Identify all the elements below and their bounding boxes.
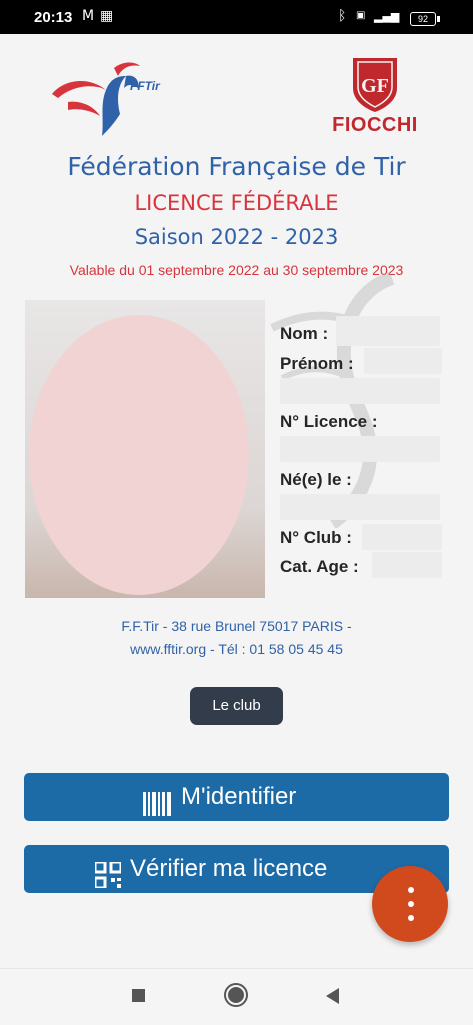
- licence-number-label: N° Licence :: [280, 412, 378, 431]
- bluetooth-icon: ᛒ: [338, 8, 347, 24]
- verify-licence-button-label: Vérifier ma licence: [130, 855, 328, 882]
- federation-title: Fédération Française de Tir: [67, 152, 406, 181]
- signal-icon: ▂▄▆: [374, 10, 400, 23]
- prenom-value-redacted-2: [280, 378, 440, 404]
- svg-text:GF: GF: [361, 75, 389, 97]
- address-line-2: www.fftir.org - Tél : 01 58 05 45 45: [130, 641, 343, 657]
- qr-code-icon: [93, 857, 123, 905]
- identify-button[interactable]: M'identifier: [24, 773, 449, 821]
- status-time: 20:13: [34, 9, 73, 26]
- club-number-redacted: [362, 524, 442, 550]
- volte-icon: ▣: [356, 10, 366, 21]
- back-button[interactable]: [326, 988, 339, 1004]
- prenom-label: Prénom :: [280, 354, 354, 373]
- age-category-redacted: [372, 552, 442, 578]
- le-club-button[interactable]: Le club: [190, 687, 283, 725]
- gmail-icon: M: [82, 8, 95, 24]
- fftir-logo: FFTir: [44, 54, 174, 140]
- fiocchi-logo: GF FIOCCHI: [320, 54, 430, 140]
- address-line-1: F.F.Tir - 38 rue Brunel 75017 PARIS -: [121, 618, 352, 634]
- nom-label: Nom :: [280, 324, 329, 343]
- nom-value-redacted: [336, 316, 440, 346]
- prenom-value-redacted: [364, 348, 442, 374]
- age-category-label: Cat. Age :: [280, 557, 359, 576]
- season: Saison 2022 - 2023: [134, 225, 339, 249]
- fftir-logo-text: FFTir: [130, 79, 161, 93]
- battery-indicator: 92: [410, 12, 440, 26]
- fiocchi-logo-text: FIOCCHI: [332, 114, 418, 136]
- more-options-fab[interactable]: [372, 866, 448, 942]
- recents-button[interactable]: [132, 989, 145, 1002]
- license-photo: [25, 300, 265, 598]
- navigation-bar: [0, 968, 473, 1025]
- home-button[interactable]: [226, 985, 246, 1005]
- app-grid-icon: ▦: [100, 8, 114, 24]
- photo-redaction: [29, 315, 249, 595]
- status-bar: 20:13 M ▦ ᛒ ▣ ▂▄▆ 92: [0, 0, 473, 34]
- identify-button-label: M'identifier: [181, 783, 297, 810]
- club-number-label: N° Club :: [280, 528, 352, 547]
- birth-date-label: Né(e) le :: [280, 470, 352, 489]
- licence-type: LICENCE FÉDÉRALE: [134, 191, 339, 215]
- licence-number-redacted: [280, 436, 440, 462]
- barcode-icon: [143, 785, 171, 833]
- birth-date-redacted: [280, 494, 440, 520]
